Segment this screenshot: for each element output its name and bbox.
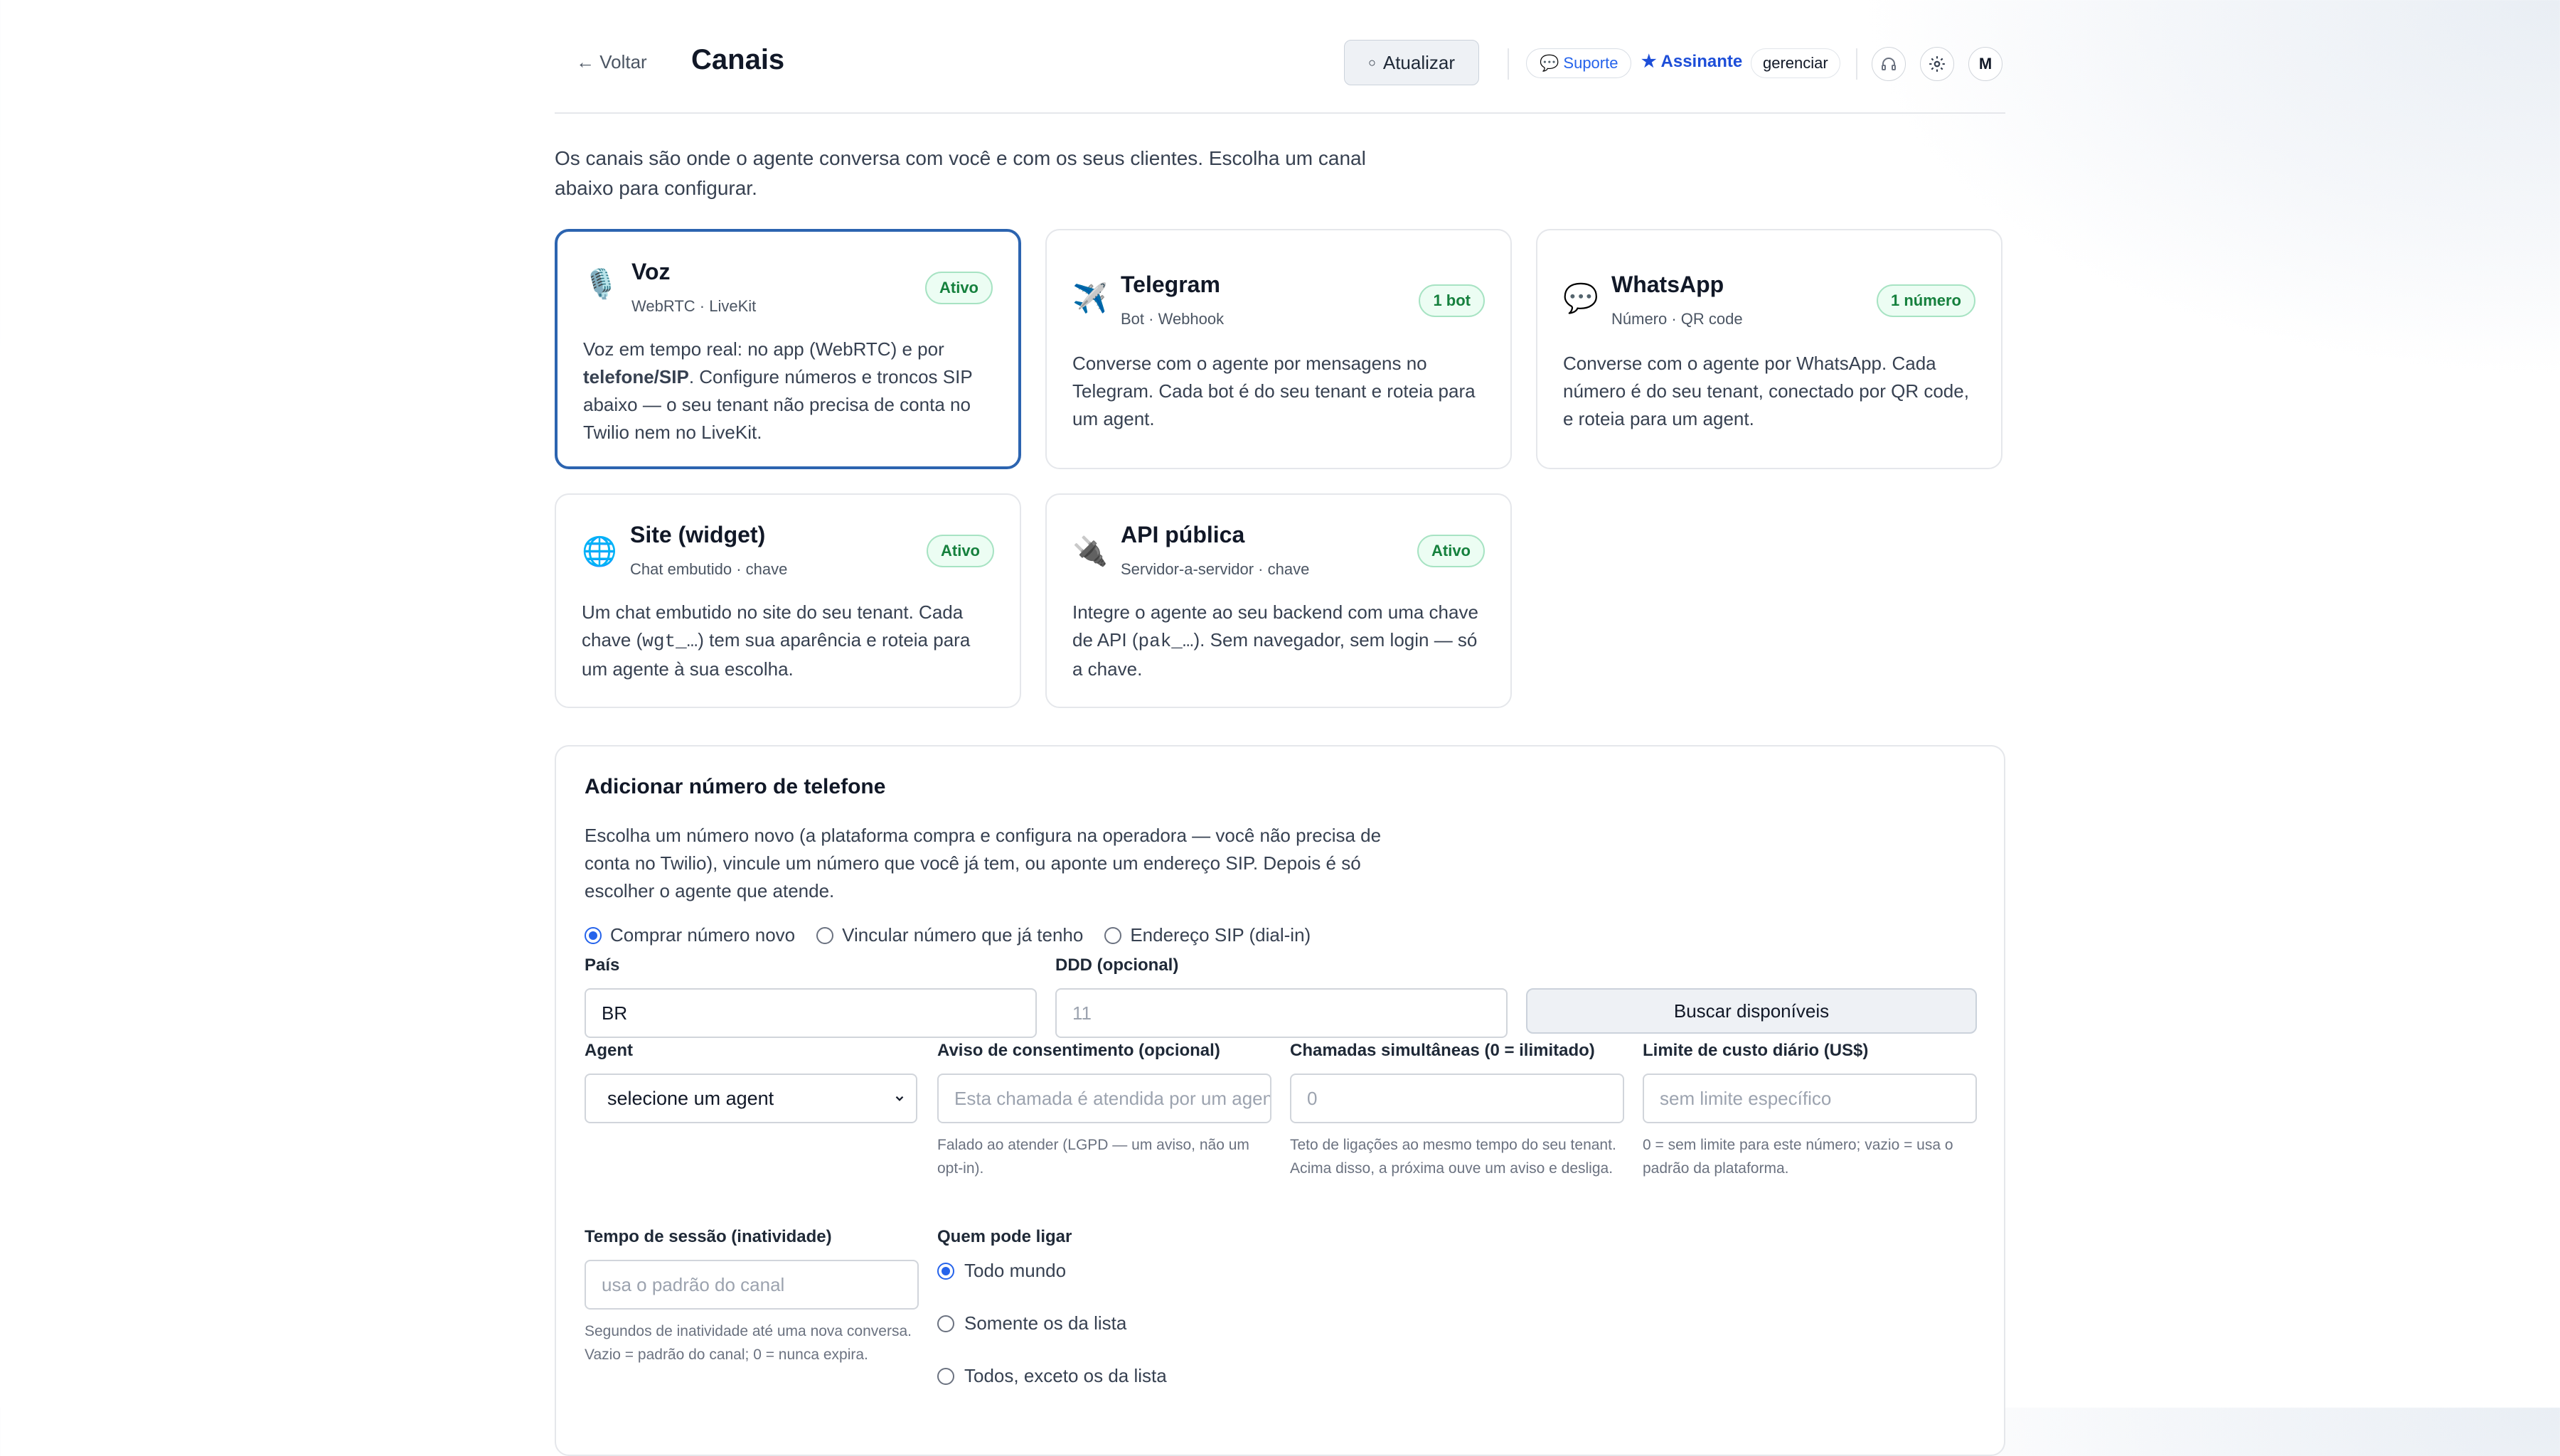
status-badge: Ativo	[927, 535, 994, 567]
globe-icon: 🌐	[582, 536, 617, 567]
add-phone-panel: Adicionar número de telefone Escolha um …	[555, 745, 2005, 1456]
status-badge: Ativo	[1417, 535, 1485, 567]
mode-radio-link[interactable]: Vincular número que já tenho	[816, 924, 1083, 946]
radio-unchecked[interactable]	[1104, 926, 1122, 944]
plug-icon: 🔌	[1072, 536, 1108, 567]
speech-bubble-icon: 💬	[1563, 283, 1599, 314]
channel-card-whatsapp[interactable]: 💬 WhatsApp Número · QR code 1 número Con…	[1536, 229, 2002, 469]
status-badge: 1 bot	[1419, 284, 1485, 317]
header-divider	[555, 112, 2005, 114]
session-time-input[interactable]: usa o padrão do canal	[585, 1260, 919, 1310]
radio-checked[interactable]	[937, 1262, 954, 1280]
refresh-button[interactable]: ○ Atualizar	[1344, 40, 1479, 85]
subscriber-badge: ★ Assinante	[1641, 51, 1743, 72]
radio-unchecked[interactable]	[937, 1367, 954, 1385]
consent-help: Falado ao atender (LGPD — um aviso, não …	[937, 1137, 1249, 1177]
chat-icon: 💬	[1540, 54, 1559, 72]
radio-unchecked[interactable]	[816, 926, 834, 944]
microphone-icon: 🎙️	[583, 269, 619, 300]
gear-icon	[1929, 56, 1945, 72]
headset-button[interactable]	[1872, 47, 1906, 81]
who-option-except-list[interactable]: Todos, exceto os da lista	[937, 1365, 1167, 1387]
agent-label: Agent	[585, 1041, 633, 1060]
mode-radio-sip[interactable]: Endereço SIP (dial-in)	[1104, 924, 1311, 946]
star-icon: ★	[1641, 52, 1657, 71]
country-input[interactable]: BR	[585, 988, 1037, 1038]
channel-card-public-api[interactable]: 🔌 API pública Servidor-a-servidor · chav…	[1045, 493, 1512, 708]
session-time-label: Tempo de sessão (inatividade)	[585, 1227, 832, 1246]
top-bar: ← Voltar Canais ○ Atualizar 💬 Suporte ★ …	[555, 38, 2005, 92]
channel-card-telegram[interactable]: ✈️ Telegram Bot · Webhook 1 bot Converse…	[1045, 229, 1512, 469]
manage-subscription-button[interactable]: gerenciar	[1751, 48, 1840, 78]
daily-cost-label: Limite de custo diário (US$)	[1643, 1041, 1869, 1060]
channel-description: Converse com o agente por mensagens no T…	[1072, 353, 1476, 429]
back-button[interactable]: ← Voltar	[576, 51, 647, 73]
divider	[1508, 48, 1509, 80]
who-can-call-label: Quem pode ligar	[937, 1227, 1072, 1246]
agent-select[interactable]: selecione um agent	[585, 1074, 917, 1123]
section-description: Escolha um número novo (a plataforma com…	[585, 825, 1382, 901]
headset-icon	[1882, 58, 1896, 70]
refresh-icon: ○	[1367, 55, 1376, 70]
consent-input[interactable]: Esta chamada é atendida por um agente	[937, 1074, 1271, 1123]
ddd-label: DDD (opcional)	[1055, 956, 1179, 975]
mode-radio-buy[interactable]: Comprar número novo	[585, 924, 795, 946]
airplane-icon: ✈️	[1072, 283, 1108, 314]
chevron-down-icon	[895, 1096, 904, 1101]
who-option-only-list[interactable]: Somente os da lista	[937, 1312, 1126, 1334]
status-badge: Ativo	[925, 272, 993, 304]
radio-unchecked[interactable]	[937, 1315, 954, 1332]
ddd-input[interactable]: 11	[1055, 988, 1508, 1038]
concurrent-calls-help: Teto de ligações ao mesmo tempo do seu t…	[1290, 1137, 1616, 1177]
settings-button[interactable]	[1920, 47, 1954, 81]
who-option-everyone[interactable]: Todo mundo	[937, 1260, 1066, 1282]
daily-cost-input[interactable]: sem limite específico	[1643, 1074, 1977, 1123]
daily-cost-help: 0 = sem limite para este número; vazio =…	[1643, 1137, 1953, 1177]
channel-description: Integre o agente ao seu backend com uma …	[1072, 601, 1478, 680]
search-available-button[interactable]: Buscar disponíveis	[1526, 988, 1977, 1034]
page-title: Canais	[691, 44, 785, 75]
channel-description: Um chat embutido no site do seu tenant. …	[582, 601, 971, 680]
channel-card-voice[interactable]: 🎙️ Voz WebRTC · LiveKit Ativo Voz em tem…	[555, 229, 1021, 469]
consent-label: Aviso de consentimento (opcional)	[937, 1041, 1220, 1060]
channel-description: Converse com o agente por WhatsApp. Cada…	[1563, 353, 1969, 429]
radio-checked[interactable]	[585, 926, 602, 944]
channel-card-site-widget[interactable]: 🌐 Site (widget) Chat embutido · chave At…	[555, 493, 1021, 708]
intro-text: Os canais são onde o agente conversa com…	[555, 147, 1366, 199]
session-time-help: Segundos de inatividade até uma nova con…	[585, 1323, 912, 1363]
country-label: País	[585, 956, 620, 975]
status-badge: 1 número	[1876, 284, 1975, 317]
section-title: Adicionar número de telefone	[585, 775, 886, 798]
divider	[1856, 48, 1857, 80]
concurrent-calls-input[interactable]: 0	[1290, 1074, 1624, 1123]
avatar[interactable]: M	[1968, 47, 2002, 81]
mode-radio-group: Comprar número novo Vincular número que …	[585, 924, 1311, 946]
channel-description: Voz em tempo real: no app (WebRTC) e por…	[583, 338, 973, 443]
concurrent-calls-label: Chamadas simultâneas (0 = ilimitado)	[1290, 1041, 1595, 1060]
support-button[interactable]: 💬 Suporte	[1526, 48, 1632, 78]
